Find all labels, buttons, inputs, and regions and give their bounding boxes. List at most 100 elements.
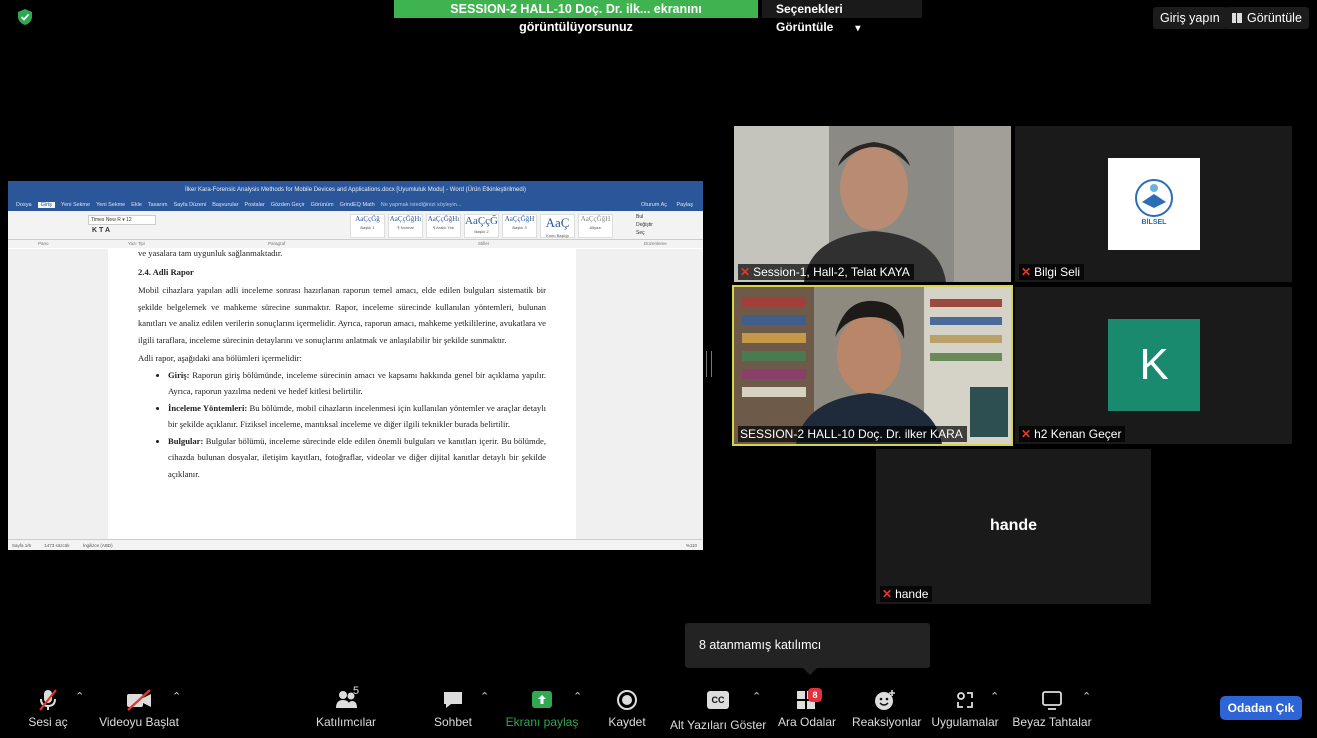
style-sample: AaÇçĞğH [504,215,535,223]
doc-paragraph: ve yasalara tam uygunluk sağlanmaktadır. [138,248,283,258]
reactions-button[interactable]: Reaksiyonlar [852,688,921,729]
participant-name: Bilgi Seli [1034,265,1081,279]
style-sample: AaÇçĞğHı [427,215,460,223]
style-normal[interactable]: AaÇçĞğHı ¶ Normal [388,214,423,238]
share-screen-button[interactable]: Ekranı paylaş [505,688,579,729]
word-sign-in[interactable]: Oturum Aç [641,199,667,211]
participant-name-label: ✕ hande [880,586,933,602]
style-sample: AaÇçĞğHı [389,215,422,223]
doc-bullet-item: Bulgular: Bulgular bölümü, inceleme süre… [168,433,546,483]
find-button[interactable]: Bul [636,213,653,221]
apps-button[interactable]: Uygulamalar [931,688,999,729]
style-title[interactable]: AaÇ Konu Başlığı [540,214,575,238]
reactions-icon [875,690,895,710]
breakout-tooltip: 8 atanmamış katılımcı [685,623,930,668]
video-tile[interactable]: ✕ Session-1, Hall-2, Telat KAYA [734,126,1011,282]
doc-paragraph: Adli rapor, aşağıdaki ana bölümleri içer… [138,353,302,363]
participant-name-label: ✕ Session-1, Hall-2, Telat KAYA [738,264,914,280]
video-tile[interactable]: BİLSEL ✕ Bilgi Seli [1015,126,1292,282]
share-screen-label: Ekranı paylaş [505,715,579,729]
style-heading3[interactable]: AaÇçĞğH Başlık 3 [502,214,537,238]
style-name: Başlık 3 [512,225,527,230]
word-menu-view[interactable]: Görünüm [311,202,334,208]
breakout-rooms-icon: 8 [792,688,822,712]
editing-group[interactable]: Bul Değiştir Seç [636,213,653,237]
style-name: ¶ Aralık Yok [433,225,454,230]
muted-mic-icon: ✕ [740,265,751,279]
participants-count: 5 [353,685,360,697]
login-button[interactable]: Giriş yapın [1153,7,1227,29]
chat-options-caret[interactable]: ⌃ [480,690,489,703]
style-heading2[interactable]: AaÇçĞ Başlık 2 [464,214,499,238]
word-share[interactable]: Paylaş [676,199,693,211]
page-margin-left [8,249,108,539]
record-label: Kaydet [608,715,646,729]
chat-button[interactable]: Sohbet [428,688,478,729]
view-options-dropdown[interactable]: Seçenekleri Görüntüle ▾ [762,0,922,34]
whiteboard-options-caret[interactable]: ⌃ [1082,690,1091,703]
captions-options-caret[interactable]: ⌃ [752,690,761,703]
bullet-title: Giriş: [168,369,190,380]
share-options-caret[interactable]: ⌃ [573,690,582,703]
leave-room-button[interactable]: Odadan Çık [1220,696,1302,720]
security-shield-icon[interactable] [16,8,34,26]
record-button[interactable]: Kaydet [604,688,650,729]
start-video-button[interactable]: Videoyu Başlat [98,688,180,729]
select-button[interactable]: Seç [636,229,653,237]
shared-screen[interactable]: İlker Kara-Forensic Analysis Methods for… [8,181,703,550]
word-menu-insert[interactable]: Ekle [131,202,142,208]
font-name-box[interactable]: Times New R ▾ 12 [88,215,156,225]
doc-heading: 2.4. Adli Rapor [138,266,194,277]
apps-options-caret[interactable]: ⌃ [990,690,999,703]
cc-icon: CC [707,691,729,709]
split-view-handle[interactable] [706,351,712,377]
video-options-caret[interactable]: ⌃ [172,690,181,703]
whiteboards-button[interactable]: Beyaz Tahtalar [1012,688,1092,729]
muted-mic-icon: ✕ [882,587,893,601]
participant-center-name: hande [989,517,1038,534]
word-menu-tab[interactable]: Yeni Sekme [96,202,125,208]
bullet-title: Bulgular: [168,435,204,446]
word-menu-review[interactable]: Gözden Geçir [271,202,305,208]
doc-paragraph: Mobil cihazlara yapılan adli inceleme so… [138,285,546,345]
word-menu-references[interactable]: Başvurular [212,202,238,208]
participant-name: hande [895,587,929,601]
video-tile[interactable]: hande ✕ hande [876,449,1151,604]
word-menu-home[interactable]: Giriş [37,202,55,208]
video-tile[interactable]: K ✕ h2 Kenan Geçer [1015,287,1292,444]
word-menu-grindeq[interactable]: GrindEQ Math [340,202,375,208]
word-menu-file[interactable]: Dosya [16,202,32,208]
replace-button[interactable]: Değiştir [636,221,653,229]
audio-options-caret[interactable]: ⌃ [75,690,84,703]
record-icon [617,690,637,710]
unmute-label: Sesi aç [28,715,68,729]
style-no-spacing[interactable]: AaÇçĞğHı ¶ Aralık Yok [426,214,461,238]
style-sample: AaÇçĞ [465,215,498,227]
word-menu-tab[interactable]: Yeni Sekme [61,202,90,208]
status-zoom[interactable]: %110 [686,540,697,550]
word-ribbon: Times New R ▾ 12 K T A AaÇçĞğ Başlık 1 Aa… [8,211,703,240]
captions-label: Alt Yazıları Göster [670,718,767,732]
word-menu-layout[interactable]: Sayfa Düzeni [173,202,206,208]
status-words: 1473 sözcük [44,543,70,548]
video-tile-active-speaker[interactable]: SESSION-2 HALL-10 Doç. Dr. ilker KARA [732,285,1013,446]
participants-button[interactable]: 5 Katılımcılar [314,685,378,729]
style-heading1[interactable]: AaÇçĞğ Başlık 1 [350,214,385,238]
bullet-title: İnceleme Yöntemleri: [168,402,248,413]
word-menu-design[interactable]: Tasarım [148,202,168,208]
word-menu-mailings[interactable]: Postalar [245,202,265,208]
style-name: Konu Başlığı [546,233,569,238]
whiteboard-icon [1042,691,1062,710]
style-subtitle[interactable]: AaÇçĞğH Altyazı [578,214,613,238]
style-sample: AaÇçĞğH [580,215,611,223]
format-buttons[interactable]: K T A [92,227,110,234]
document-page[interactable]: ve yasalara tam uygunluk sağlanmaktadır.… [108,248,576,539]
muted-mic-icon: ✕ [1021,265,1032,279]
view-button[interactable]: Görüntüle [1225,7,1309,29]
bilsel-logo: BİLSEL [1108,158,1200,250]
status-page: Sayfa 1/6 [12,543,32,548]
unmute-button[interactable]: Sesi aç [28,688,68,729]
view-options-label: Seçenekleri Görüntüle [776,2,843,34]
breakout-rooms-button[interactable]: 8 Ara Odalar [776,688,838,729]
word-tell-me[interactable]: Ne yapmak istediğinizi söyleyin... [381,202,462,208]
